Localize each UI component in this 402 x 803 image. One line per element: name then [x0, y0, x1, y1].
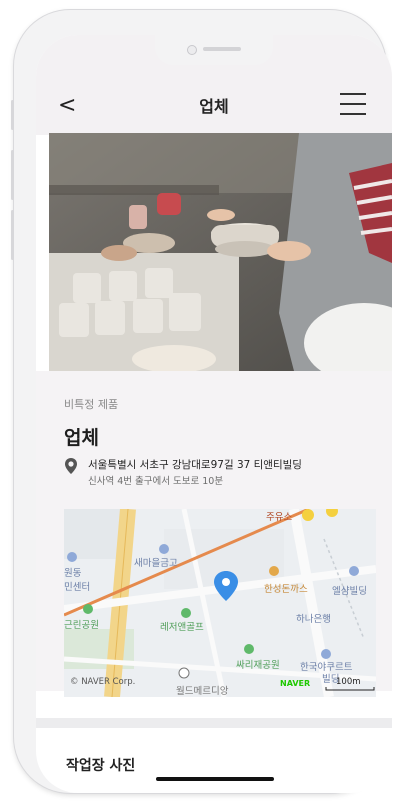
page-title: 업체 — [199, 97, 229, 116]
shop-info-section: 비특정 제품 업체 서울특별시 서초구 강남대로97길 37 티앤티빌딩 신사역… — [36, 371, 392, 697]
camera-icon — [187, 45, 197, 55]
map-label-apartment: 월드메르디앙 — [176, 686, 229, 697]
workshop-photo — [49, 133, 392, 371]
section-title-workshop-photos: 작업장 사진 — [66, 758, 136, 774]
shop-address: 서울특별시 서초구 강남대로97길 37 티앤티빌딩 — [88, 459, 302, 471]
app-header: < 업체 — [36, 75, 392, 135]
map-label-dong: 원동 — [64, 568, 82, 579]
shop-directions: 신사역 4번 출구에서 도보로 10분 — [88, 476, 224, 487]
shop-name: 업체 — [64, 427, 99, 449]
map-label-neighborhood-park: 근린공원 — [64, 620, 99, 631]
screen: < 업체 비특정 제품 업체 서울특별시 서초구 강남대로97길 37 티앤티빌… — [36, 35, 392, 793]
phone-frame: < 업체 비특정 제품 업체 서울특별시 서초구 강남대로97길 37 티앤티빌… — [11, 10, 392, 793]
volume-down-button — [11, 210, 14, 260]
speaker-grille — [203, 47, 241, 51]
map-copyright: © NAVER Corp. — [70, 677, 136, 687]
volume-up-button — [11, 150, 14, 200]
section-divider — [36, 718, 392, 728]
map-label-restaurant: 한성돈까스 — [264, 584, 308, 595]
map-label-golf: 레저앤골프 — [160, 622, 204, 633]
location-map[interactable]: 주유소 새마을금고 한성돈까스 엘샴빌딩 하나은행 레저앤골프 싸리재공원 한국… — [64, 509, 376, 697]
notch — [155, 35, 273, 65]
category-label: 비특정 제품 — [64, 398, 119, 411]
map-label-park: 싸리재공원 — [236, 660, 280, 671]
map-label-bank: 새마을금고 — [134, 558, 178, 569]
map-label-gas-station: 주유소 — [266, 512, 293, 523]
naver-logo: NAVER — [280, 679, 311, 688]
map-label-center: 민센터 — [64, 582, 91, 593]
map-label-hana-bank: 하나은행 — [296, 614, 331, 625]
menu-icon[interactable] — [340, 93, 366, 115]
home-indicator[interactable] — [156, 777, 274, 781]
location-pin-icon — [64, 457, 78, 475]
map-scale-label: 100m — [336, 677, 361, 687]
map-label-building: 엘샴빌딩 — [332, 586, 367, 597]
mute-switch — [11, 100, 14, 130]
